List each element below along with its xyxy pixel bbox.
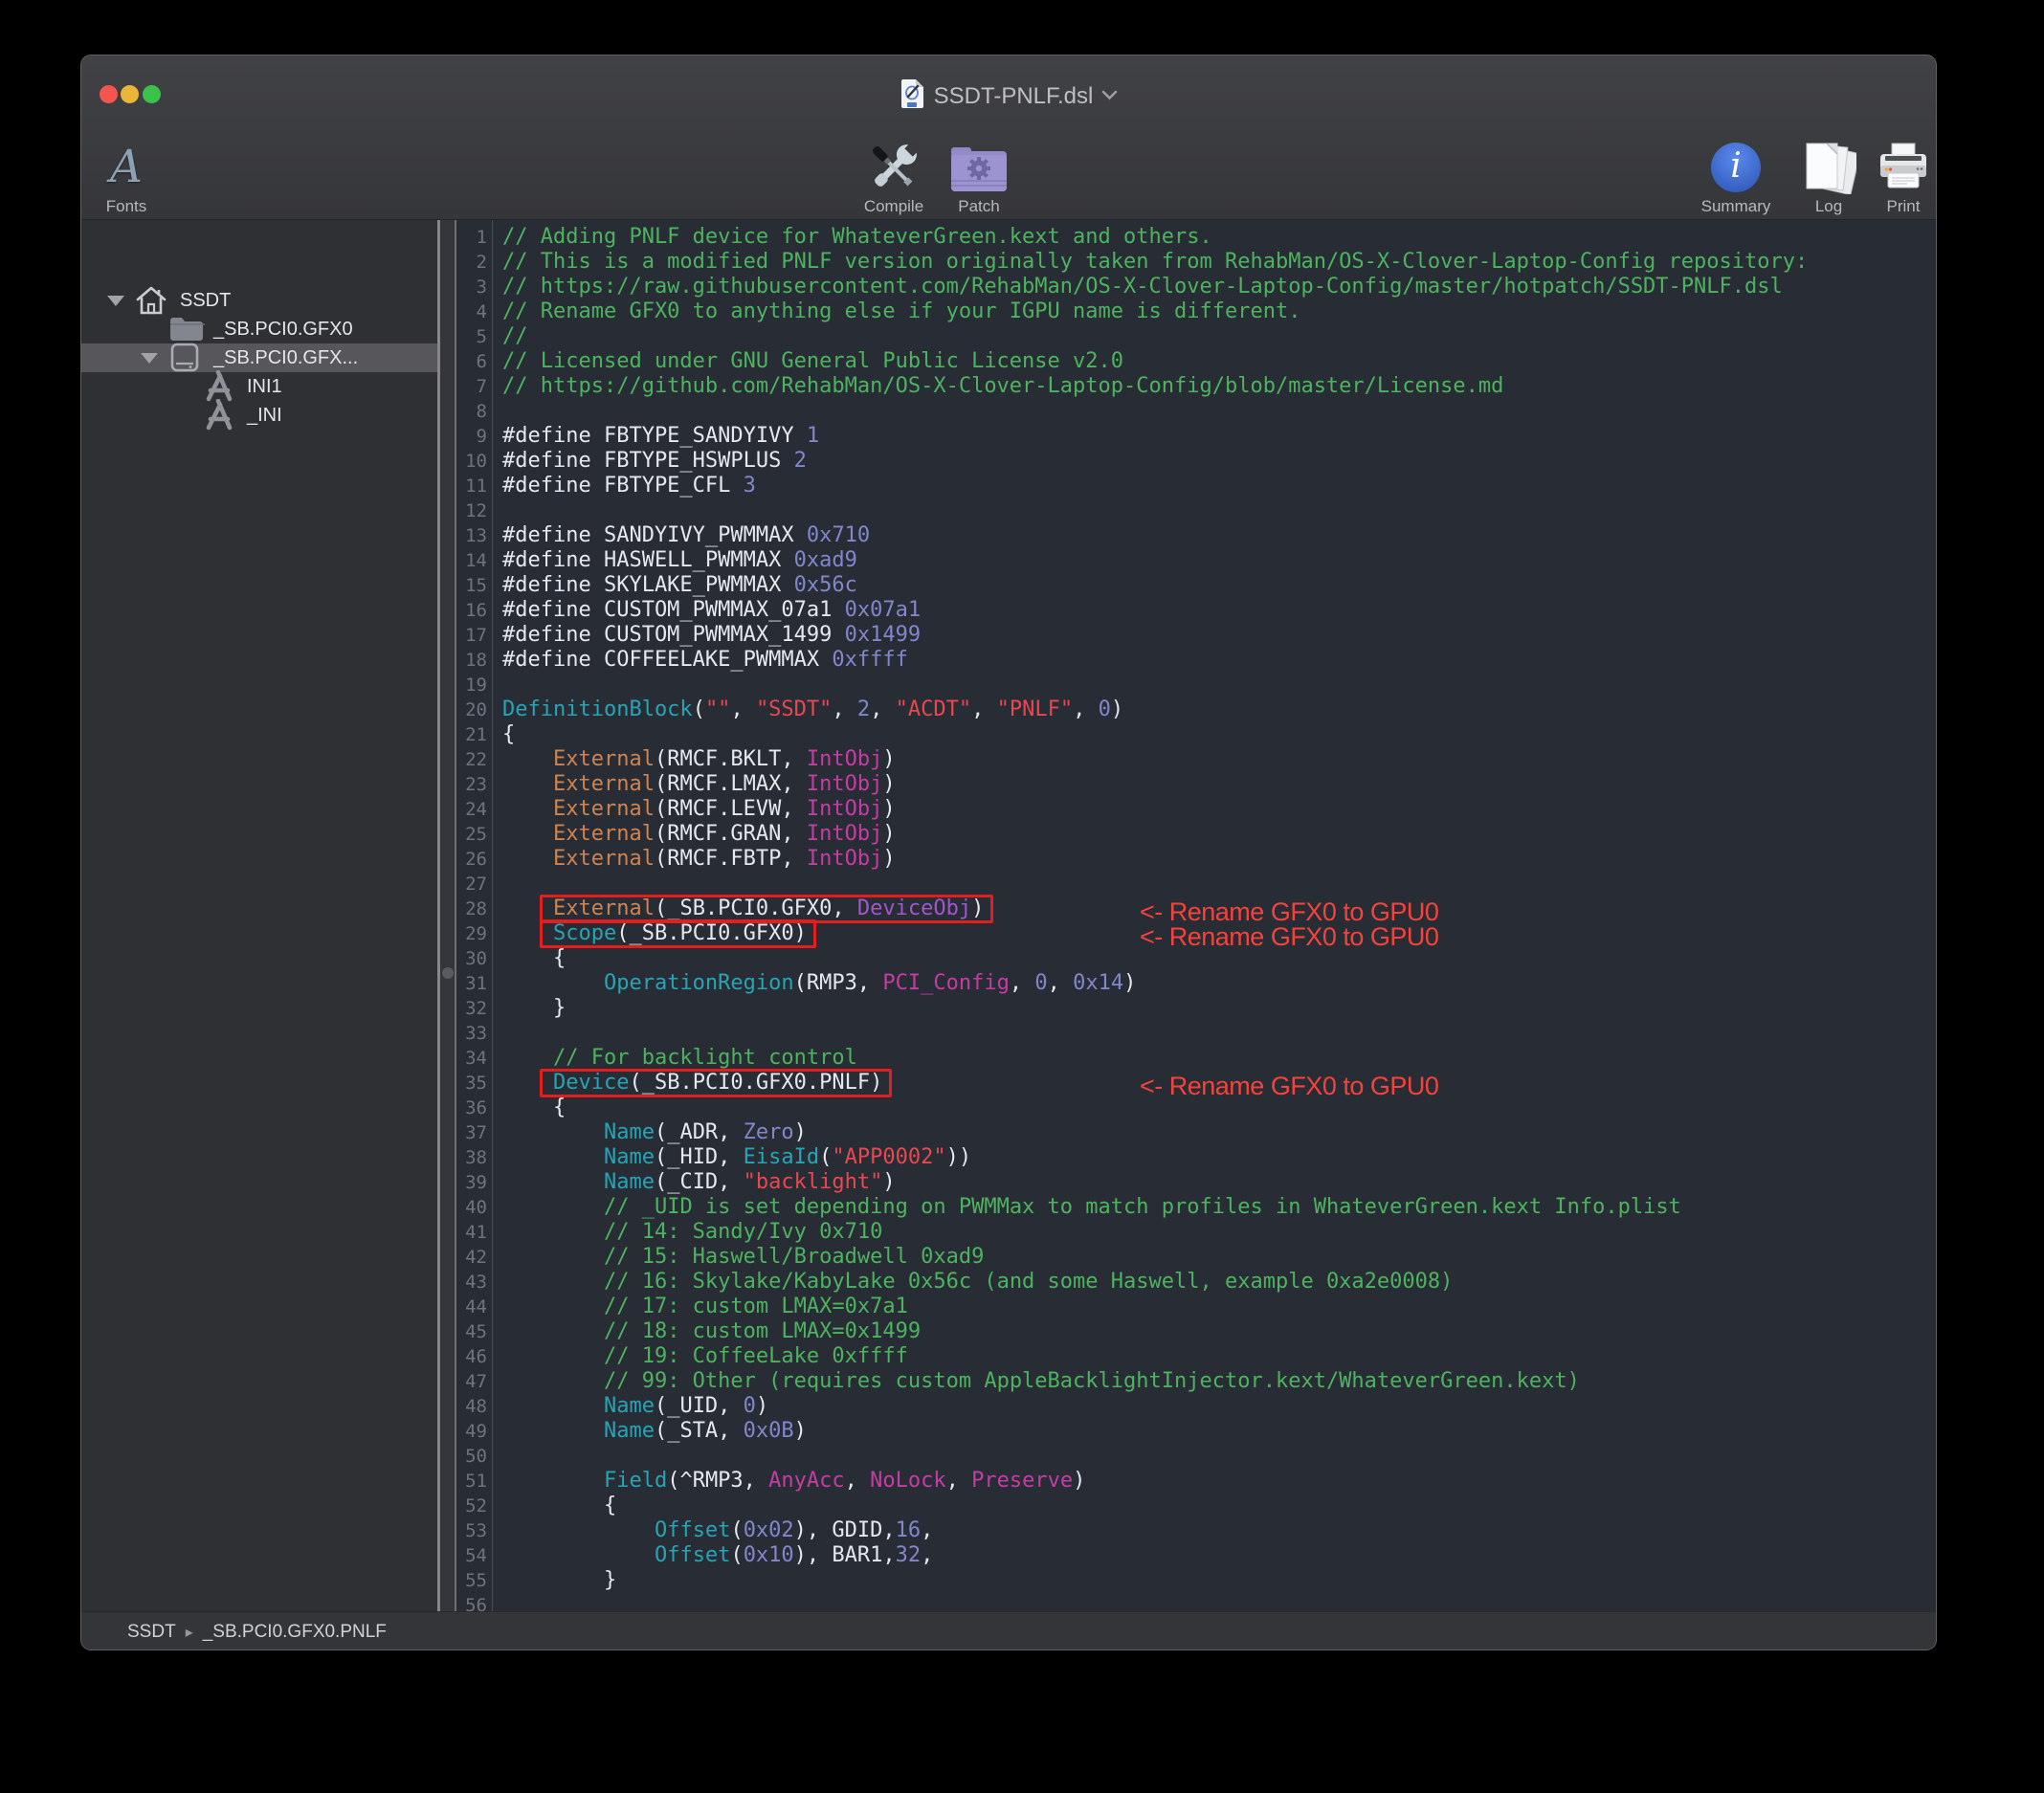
code-line: #define CUSTOM_PWMMAX_07a1 0x07a1 [502,598,921,623]
print-label: Print [1887,197,1921,216]
code-line: // 99: Other (requires custom AppleBackl… [502,1369,1580,1394]
code-line: Name(_UID, 0) [502,1394,768,1419]
code-line: Name(_CID, "backlight") [502,1170,896,1195]
code-line: { [502,1096,566,1120]
summary-label: Summary [1701,197,1771,216]
document-icon [900,78,925,114]
disclosure-triangle[interactable] [107,296,124,306]
code-line: // 17: custom LMAX=0x7a1 [502,1295,908,1319]
summary-button[interactable]: i Summary [1683,140,1788,216]
code-line: #define SKYLAKE_PWMMAX 0x56c [502,573,857,598]
code-line: // Rename GFX0 to anything else if your … [502,299,1300,324]
rename-annotation: <- Rename GFX0 to GPU0 [1140,1074,1438,1099]
code-line: #define FBTYPE_HSWPLUS 2 [502,449,807,474]
content-area: SSDT_SB.PCI0.GFX0_SB.PCI0.GFX...INI1_INI… [81,220,1936,1611]
code-line: DefinitionBlock("", "SSDT", 2, "ACDT", "… [502,697,1123,722]
tree-row--sb-pci0-gfx0[interactable]: _SB.PCI0.GFX0 [81,315,437,343]
code-line: // 18: custom LMAX=0x1499 [502,1319,921,1344]
device-icon [168,343,201,372]
code-line: OperationRegion(RMP3, PCI_Config, 0, 0x1… [502,971,1136,996]
code-line: } [502,1568,616,1593]
code-line: #define HASWELL_PWMMAX 0xad9 [502,548,857,573]
tree-row-label: _INI [247,401,282,430]
code-line: { [502,722,515,747]
fonts-icon: A [110,143,143,192]
method-icon [202,401,236,430]
highlight-box [540,1069,892,1097]
code-line: Offset(0x02), GDID,16, [502,1518,933,1543]
chevron-down-icon[interactable] [1101,88,1118,105]
compile-button[interactable]: Compile [847,140,941,216]
fonts-label: Fonts [106,197,147,216]
code-line: { [502,1494,616,1518]
code-line: // 19: CoffeeLake 0xffff [502,1344,908,1369]
code-line: // 16: Skylake/KabyLake 0x56c (and some … [502,1270,1453,1295]
code-line: External(RMCF.LMAX, IntObj) [502,772,896,797]
window-title: SSDT-PNLF.dsl [934,83,1094,110]
breadcrumb-item[interactable]: _SB.PCI0.GFX0.PNLF [203,1622,387,1643]
code-line: // [502,324,528,349]
folder-icon [168,315,205,343]
code-line: External(RMCF.BKLT, IntObj) [502,747,896,772]
sidebar-tree: SSDT_SB.PCI0.GFX0_SB.PCI0.GFX...INI1_INI [81,220,437,1611]
breadcrumb-item[interactable]: SSDT [127,1622,176,1643]
compile-label: Compile [864,197,923,216]
code-line: { [502,946,566,971]
code-line: External(RMCF.GRAN, IntObj) [502,822,896,847]
code-line: Offset(0x10), BAR1,32, [502,1543,933,1568]
code-line: #define CUSTOM_PWMMAX_1499 0x1499 [502,623,921,648]
log-button[interactable]: Log [1790,140,1867,216]
rename-annotation: <- Rename GFX0 to GPU0 [1140,924,1438,950]
code-line: // Licensed under GNU General Public Lic… [502,349,1123,374]
tree-row--ini[interactable]: _INI [81,401,437,430]
code-line: // https://raw.githubusercontent.com/Reh… [502,275,1783,299]
code-line: } [502,996,566,1021]
code-line: External(RMCF.LEVW, IntObj) [502,797,896,822]
highlight-box [540,919,816,948]
breadcrumb-separator-icon: ▸ [186,1623,193,1642]
patch-button[interactable]: Patch [933,140,1025,216]
fonts-button[interactable]: A Fonts [85,140,167,216]
code-line: Field(^RMP3, AnyAcc, NoLock, Preserve) [502,1469,1085,1494]
rename-annotation: <- Rename GFX0 to GPU0 [1140,899,1438,925]
tree-row-label: INI1 [247,372,282,401]
code-line: #define FBTYPE_SANDYIVY 1 [502,424,819,449]
code-line: Name(_HID, EisaId("APP0002")) [502,1145,971,1170]
code-line: // 15: Haswell/Broadwell 0xad9 [502,1245,984,1270]
window-header: SSDT-PNLF.dsl A Fonts [81,55,1936,220]
tree-row--sb-pci0-gfx-[interactable]: _SB.PCI0.GFX... [81,343,437,372]
status-bar: SSDT ▸ _SB.PCI0.GFX0.PNLF [81,1611,1936,1650]
code-line: #define FBTYPE_CFL 3 [502,474,756,498]
print-icon [1876,140,1931,195]
summary-icon: i [1711,143,1761,192]
patch-label: Patch [958,197,999,216]
code-line: // Adding PNLF device for WhateverGreen.… [502,225,1212,250]
code-editor[interactable]: 1234567891011121314151617181920212223242… [440,220,1937,1611]
app-window: SSDT-PNLF.dsl A Fonts [80,55,1937,1650]
code-line: External(RMCF.FBTP, IntObj) [502,847,896,872]
code-line: Name(_ADR, Zero) [502,1120,807,1145]
title-bar[interactable]: SSDT-PNLF.dsl [81,78,1936,114]
home-icon [135,286,167,315]
code-line: Name(_STA, 0x0B) [502,1419,807,1444]
log-icon [1801,140,1856,195]
disclosure-triangle[interactable] [141,353,158,364]
tree-row-label: _SB.PCI0.GFX... [213,343,358,372]
code-line: // For backlight control [502,1046,857,1071]
code-line: #define COFFEELAKE_PWMMAX 0xffff [502,648,908,673]
compile-icon [864,140,923,195]
log-label: Log [1815,197,1842,216]
tree-row-label: _SB.PCI0.GFX0 [213,315,353,343]
tree-row-ini1[interactable]: INI1 [81,372,437,401]
code-line: // This is a modified PNLF version origi… [502,250,1808,275]
code-line: #define SANDYIVY_PWMMAX 0x710 [502,523,870,548]
tree-row-label: SSDT [180,286,231,315]
code-line: // https://github.com/RehabMan/OS-X-Clov… [502,374,1503,399]
code-line: // 14: Sandy/Ivy 0x710 [502,1220,882,1245]
tree-row-ssdt[interactable]: SSDT [81,286,437,315]
print-button[interactable]: Print [1865,140,1937,216]
code-line: // _UID is set depending on PWMMax to ma… [502,1195,1681,1220]
method-icon [202,372,236,401]
patch-icon [948,140,1010,195]
